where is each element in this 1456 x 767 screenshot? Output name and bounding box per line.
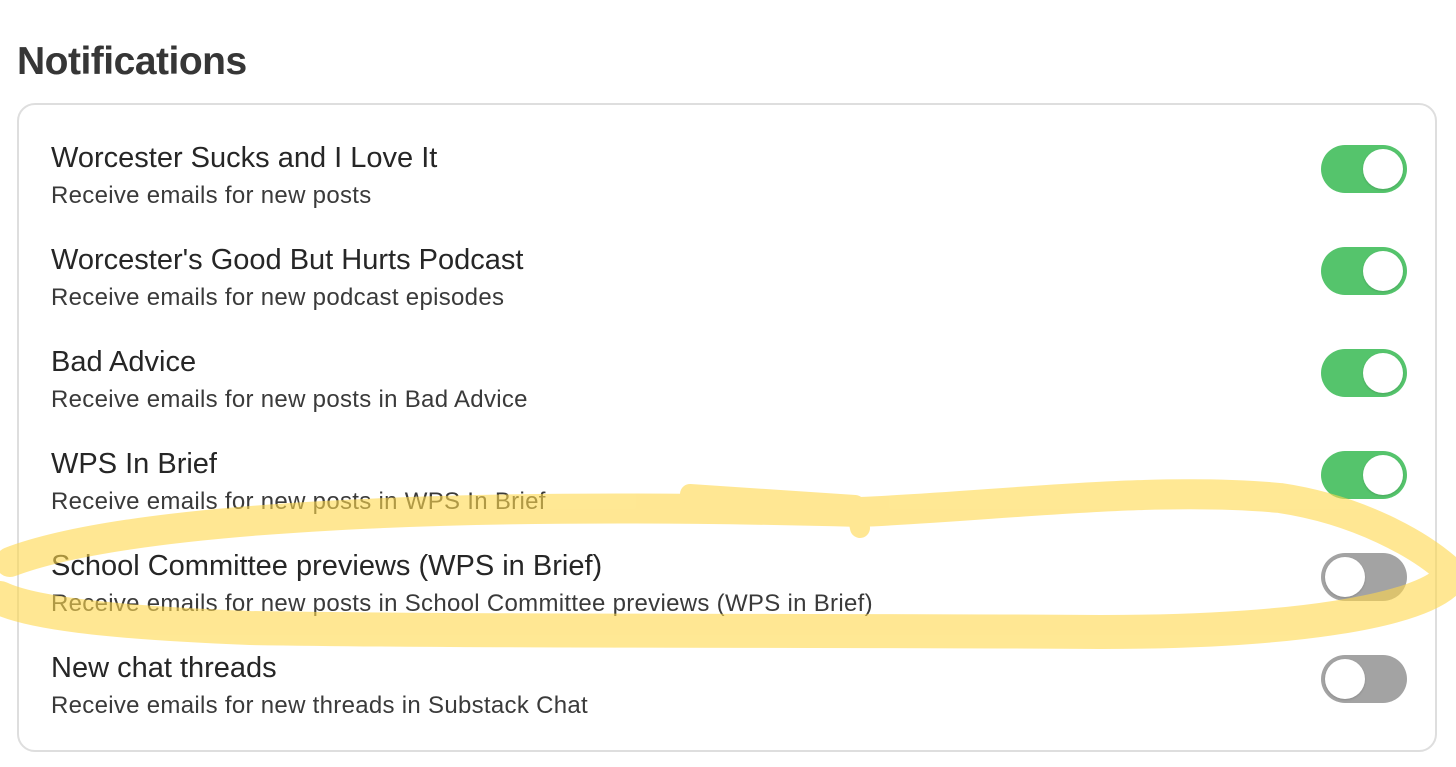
notification-description: Receive emails for new threads in Substa… bbox=[51, 692, 589, 719]
notification-row-podcast: Worcester's Good But Hurts Podcast Recei… bbox=[19, 207, 1435, 311]
notification-title: WPS In Brief bbox=[51, 448, 217, 480]
toggle-knob bbox=[1363, 353, 1403, 393]
notification-title: Worcester Sucks and I Love It bbox=[51, 142, 438, 174]
notification-row-chat-threads: New chat threads Receive emails for new … bbox=[19, 615, 1435, 719]
toggle-knob bbox=[1363, 251, 1403, 291]
notification-title: New chat threads bbox=[51, 652, 277, 684]
toggle-knob bbox=[1363, 149, 1403, 189]
toggle-worcester-sucks[interactable] bbox=[1321, 145, 1407, 193]
notification-row-worcester-sucks: Worcester Sucks and I Love It Receive em… bbox=[19, 105, 1435, 209]
toggle-knob bbox=[1363, 455, 1403, 495]
toggle-podcast[interactable] bbox=[1321, 247, 1407, 295]
notifications-card: Worcester Sucks and I Love It Receive em… bbox=[17, 103, 1437, 752]
notification-row-bad-advice: Bad Advice Receive emails for new posts … bbox=[19, 309, 1435, 413]
toggle-knob bbox=[1325, 659, 1365, 699]
notification-row-wps-in-brief: WPS In Brief Receive emails for new post… bbox=[19, 411, 1435, 515]
toggle-bad-advice[interactable] bbox=[1321, 349, 1407, 397]
page-title: Notifications bbox=[17, 40, 247, 83]
notification-title: School Committee previews (WPS in Brief) bbox=[51, 550, 603, 582]
notification-title: Worcester's Good But Hurts Podcast bbox=[51, 244, 524, 276]
toggle-wps-in-brief[interactable] bbox=[1321, 451, 1407, 499]
notification-title: Bad Advice bbox=[51, 346, 197, 378]
toggle-chat-threads[interactable] bbox=[1321, 655, 1407, 703]
toggle-school-committee[interactable] bbox=[1321, 553, 1407, 601]
notification-row-school-committee: School Committee previews (WPS in Brief)… bbox=[19, 513, 1435, 617]
toggle-knob bbox=[1325, 557, 1365, 597]
